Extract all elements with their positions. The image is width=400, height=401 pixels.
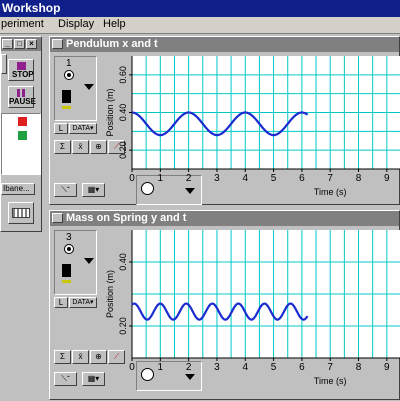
x-tick-label: 2 [186, 173, 192, 184]
panel-option-label: Ibane... [3, 184, 30, 193]
menu-help[interactable]: Help [103, 18, 126, 30]
keyboard-button[interactable] [8, 202, 34, 224]
x-tick-label: 1 [158, 173, 164, 184]
pause-icon-bar [22, 89, 25, 97]
x-tick-label: 0 [129, 362, 135, 373]
x-tick-label: 4 [242, 362, 248, 373]
x-tick-label: 6 [299, 362, 305, 373]
probe-number: 3 [66, 232, 72, 243]
y-axis-label: Position (m) [105, 88, 115, 136]
sum-button[interactable]: Σ [54, 140, 71, 154]
y-tick-label: 0.20 [118, 317, 128, 335]
close-button[interactable]: × [26, 39, 37, 49]
control-panel-titlebar: _ □ × [1, 37, 41, 51]
data-button[interactable]: DATA▾ [69, 123, 97, 134]
menu-bar: periment Display Help [0, 17, 400, 34]
pause-label: PAUSE [9, 97, 36, 106]
x-tick-label: 8 [356, 173, 362, 184]
probe-indicator-icon [64, 70, 74, 80]
probe-indicator-icon [64, 244, 74, 254]
probe-panel: 1 [54, 56, 97, 121]
x-tick-label: 3 [214, 362, 220, 373]
data-button[interactable]: DATA▾ [69, 297, 97, 308]
start-button[interactable] [1, 54, 7, 74]
analyze-button[interactable]: x̄ [72, 350, 89, 364]
x-tick-label: 1 [158, 362, 164, 373]
x-tick-label: 7 [327, 173, 333, 184]
graph-window-pendulum: Pendulum x and t 1 L DATA▾ Σ x̄ ⊕ ⟋ ⟍⁺ ▦… [49, 36, 400, 205]
control-panel: _ □ × STOP PAUSE Ibane... [0, 36, 42, 232]
menu-display[interactable]: Display [58, 18, 94, 30]
axis-button[interactable]: L [54, 297, 68, 308]
axis-button[interactable]: L [54, 123, 68, 134]
probe-panel: 3 [54, 230, 97, 295]
graph-menu-button[interactable] [52, 213, 63, 223]
y-tick-label: 0.40 [118, 253, 128, 271]
fit-button[interactable]: ⟍⁺ [54, 183, 77, 197]
detector-base-icon [62, 106, 71, 109]
y-tick-label: 0.60 [118, 66, 128, 84]
minimize-button[interactable]: _ [2, 39, 13, 49]
x-axis-label: Time (s) [314, 187, 347, 197]
probe-number: 1 [66, 58, 72, 69]
x-tick-label: 9 [384, 173, 390, 184]
motion-detector-icon [62, 264, 71, 277]
sum-button[interactable]: Σ [54, 350, 71, 364]
x-axis-label: Time (s) [314, 376, 347, 386]
panel-option-button[interactable]: Ibane... [1, 183, 35, 195]
graph-menu-button[interactable] [52, 39, 63, 49]
maximize-button[interactable]: □ [14, 39, 25, 49]
y-axis-label: Position (m) [105, 270, 115, 318]
graph-titlebar: Pendulum x and t [50, 37, 399, 52]
graph-plot-pendulum[interactable]: 0 1 2 3 4 5 6 7 8 9 0.20 0.40 0.60Position (m) Time (… [99, 52, 400, 206]
x-tick-label: 5 [271, 173, 277, 184]
green-flag-icon [18, 131, 27, 140]
fit-button[interactable]: ⟍⁺ [54, 372, 77, 386]
keyboard-icon [12, 208, 30, 218]
pause-icon [17, 89, 20, 97]
graph-title: Pendulum x and t [66, 38, 158, 50]
red-flag-icon [18, 117, 27, 126]
x-tick-label: 2 [186, 362, 192, 373]
x-tick-label: 6 [299, 173, 305, 184]
graph-window-spring: Mass on Spring y and t 3 L DATA▾ Σ x̄ ⊕ … [49, 210, 400, 400]
y-tick-label: 0.20 [118, 141, 128, 159]
graph-titlebar: Mass on Spring y and t [50, 211, 399, 226]
x-tick-label: 9 [384, 362, 390, 373]
probe-dropdown-arrow[interactable] [84, 84, 94, 90]
pause-button[interactable]: PAUSE [8, 86, 36, 108]
graph-title: Mass on Spring y and t [66, 212, 187, 224]
x-tick-label: 5 [271, 362, 277, 373]
menu-experiment[interactable]: periment [1, 18, 44, 30]
x-tick-label: 8 [356, 362, 362, 373]
data-list-box[interactable] [1, 113, 41, 175]
x-tick-label: 7 [327, 362, 333, 373]
detector-base-icon [62, 280, 71, 283]
probe-dropdown-arrow[interactable] [84, 258, 94, 264]
analyze-button[interactable]: x̄ [72, 140, 89, 154]
stop-button[interactable]: STOP [8, 59, 34, 81]
motion-detector-icon [62, 90, 71, 103]
graph-plot-spring[interactable]: 0 1 2 3 4 5 6 7 8 9 0.20 0.40Position (m) Time (s) [99, 226, 400, 401]
stop-icon [17, 62, 26, 70]
x-tick-label: 0 [129, 173, 135, 184]
y-tick-label: 0.40 [118, 104, 128, 122]
x-tick-label: 3 [214, 173, 220, 184]
x-tick-label: 4 [242, 173, 248, 184]
stop-label: STOP [12, 70, 34, 79]
app-title: Workshop [2, 1, 61, 15]
app-title-bar: Workshop [0, 0, 400, 17]
